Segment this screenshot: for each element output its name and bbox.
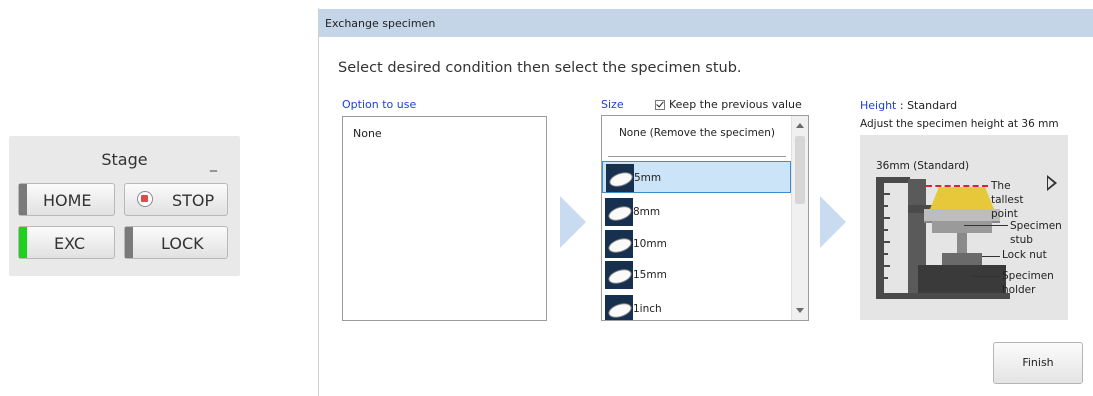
gauge-tick: [884, 193, 890, 195]
lock-indicator: [125, 227, 133, 258]
specimen-height-diagram: 36mm (Standard) The tallest point Specim…: [860, 135, 1068, 320]
holder-leader-line: [972, 276, 1000, 277]
size-item-8mm[interactable]: 8mm: [602, 196, 791, 228]
dialog-header: Exchange specimen: [319, 9, 1093, 37]
specimen-stub-label: Specimen stub: [1010, 220, 1062, 246]
scroll-up-icon[interactable]: [796, 123, 804, 128]
locknut-leader-line: [982, 256, 1000, 257]
size-item-15mm[interactable]: 15mm: [602, 259, 791, 291]
stub-leader-line: [964, 225, 1008, 226]
size-item-label: 5mm: [634, 172, 662, 184]
size-item-5mm[interactable]: 5mm: [602, 161, 791, 193]
gauge-tick: [884, 205, 888, 207]
exc-label: EXC: [54, 234, 86, 253]
tallest-point-label: The tallest point: [991, 180, 1024, 220]
specimen-stub-icon: [605, 295, 633, 320]
stop-icon: [137, 191, 153, 207]
finish-button[interactable]: Finish: [993, 342, 1083, 384]
lock-label: LOCK: [161, 234, 204, 253]
size-item-10mm[interactable]: 10mm: [602, 228, 791, 260]
scroll-down-icon[interactable]: [796, 308, 804, 313]
stage-title: Stage: [101, 150, 148, 169]
option-column-label: Option to use: [342, 98, 417, 111]
specimen-stub-icon: [605, 261, 633, 289]
diagram-specimen: [930, 187, 994, 209]
exc-indicator: [19, 227, 27, 258]
diagram-caption: 36mm (Standard): [876, 160, 970, 172]
expand-triangle-icon[interactable]: [1047, 175, 1057, 191]
gauge-tick: [884, 253, 888, 255]
size-column-label: Size: [601, 98, 624, 111]
size-item-1inch[interactable]: 1inch: [602, 293, 791, 320]
scroll-thumb[interactable]: [795, 136, 805, 204]
arrow-right-icon: [820, 196, 846, 248]
size-item-label: 8mm: [633, 206, 661, 218]
dialog-title: Exchange specimen: [325, 17, 436, 30]
size-item-none[interactable]: None (Remove the specimen): [602, 116, 792, 159]
height-colon: :: [896, 99, 908, 112]
specimen-stub-icon: [606, 164, 634, 192]
tallest-point-line: [926, 185, 988, 187]
diagram-lock-nut: [942, 253, 982, 265]
gauge-tick: [884, 229, 888, 231]
keep-previous-checkbox[interactable]: Keep the previous value: [655, 98, 802, 111]
specimen-holder-label: Specimen holder: [1002, 270, 1054, 296]
home-indicator: [19, 184, 27, 215]
home-label: HOME: [43, 191, 92, 210]
adjust-text: Adjust the specimen height at 36 mm: [860, 118, 1059, 130]
checkbox-check-icon: [655, 100, 665, 110]
minimize-button[interactable]: _: [210, 156, 217, 172]
stop-label: STOP: [172, 191, 215, 210]
gauge-tick: [884, 217, 890, 219]
gauge-tick: [884, 265, 890, 267]
arrow-right-icon: [560, 196, 586, 248]
height-label: Height : Standard: [860, 99, 957, 112]
lock-nut-label: Lock nut: [1002, 249, 1047, 261]
gauge-tick: [884, 277, 888, 279]
stop-button[interactable]: STOP: [124, 183, 228, 216]
size-list-scrollbar[interactable]: [791, 116, 808, 320]
size-item-label: 1inch: [633, 303, 662, 315]
diagram-stub-body: [932, 221, 992, 233]
panel-divider: [318, 8, 319, 396]
gauge-tick: [884, 241, 890, 243]
instruction-text: Select desired condition then select the…: [338, 60, 742, 76]
size-item-label: 10mm: [633, 238, 667, 250]
size-list-separator: [608, 156, 786, 157]
lock-button[interactable]: LOCK: [124, 226, 228, 259]
height-value: Standard: [907, 99, 958, 112]
size-list[interactable]: None (Remove the specimen) 5mm 8mm 10mm …: [601, 115, 809, 321]
option-item-none[interactable]: None: [353, 127, 382, 140]
specimen-stub-icon: [605, 230, 633, 258]
height-key: Height: [860, 99, 897, 112]
specimen-stub-icon: [605, 198, 633, 226]
option-list[interactable]: None: [342, 116, 547, 321]
size-item-label: 15mm: [633, 269, 667, 281]
keep-previous-label: Keep the previous value: [669, 98, 802, 111]
stage-panel: Stage _ HOME STOP EXC LOCK: [9, 136, 240, 276]
diagram-height-gauge: [876, 177, 884, 297]
home-button[interactable]: HOME: [18, 183, 115, 216]
exc-button[interactable]: EXC: [18, 226, 115, 259]
diagram-base: [876, 293, 1010, 299]
